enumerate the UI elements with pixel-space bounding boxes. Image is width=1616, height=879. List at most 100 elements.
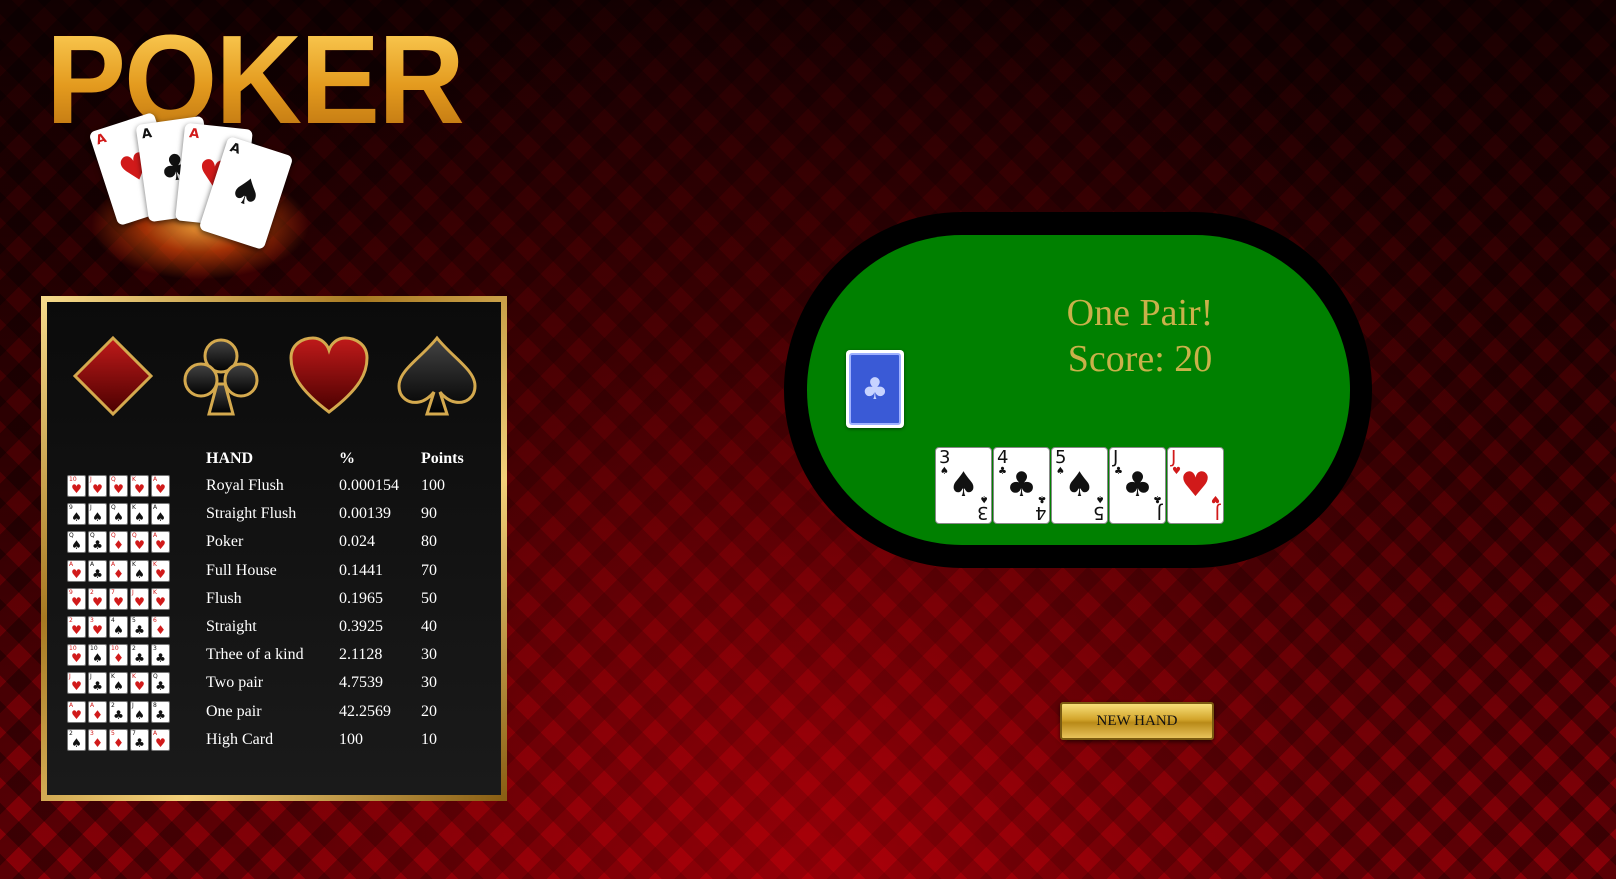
card-rank-bottom: 5: [1092, 502, 1104, 523]
mini-card-suit: ♣: [155, 707, 166, 722]
mini-card-suit: ♥: [134, 594, 145, 609]
hand-name: One pair: [206, 702, 262, 720]
card-corner-bottom: J ♥: [1211, 493, 1220, 523]
hand-name: Two pair: [206, 674, 264, 692]
playing-card[interactable]: J ♥ ♥ J ♥: [1167, 447, 1224, 524]
mini-card: 2 ♣: [109, 700, 128, 723]
mini-card-suit: ♥: [155, 482, 166, 497]
mini-card-suit: ♥: [71, 679, 82, 694]
mini-card-suit: ♠: [113, 623, 124, 638]
mini-card: 2 ♣: [130, 644, 149, 667]
hand-percent: 0.3925: [339, 618, 383, 636]
hand-points: 30: [421, 674, 437, 692]
spade-icon: [395, 334, 479, 418]
hand-points: 40: [421, 618, 437, 636]
card-corner-bottom: 5 ♠: [1092, 493, 1104, 523]
hand-percent: 0.000154: [339, 477, 399, 495]
mini-card-suit: ♥: [71, 566, 82, 581]
hand-percent: 42.2569: [339, 702, 391, 720]
mini-card-suit: ♣: [92, 679, 103, 694]
header-cards: [67, 446, 206, 472]
hand-percent: 0.00139: [339, 505, 391, 523]
paytable-row: 9 ♠ J ♠ Q ♠ K ♠ A ♠ Straight Flush 0.00139 90: [67, 500, 497, 528]
logo-card-rank: A: [140, 126, 153, 143]
mini-card: Q ♣: [151, 672, 170, 695]
paytable: HAND % Points 10 ♥ J ♥ Q ♥ K ♥ A ♥ Royal Flush 0.00…: [67, 446, 497, 754]
mini-card: K ♥: [151, 587, 170, 610]
paytable-row: 2 ♥ 3 ♥ 4 ♠ 5 ♣ 6 ♦ Straight 0.3925 40: [67, 613, 497, 641]
card-corner-bottom: 3 ♠: [977, 493, 988, 523]
mini-card-suit: ♣: [134, 623, 145, 638]
mini-card: J ♠: [130, 700, 149, 723]
playing-card[interactable]: J ♣ ♣ J ♣: [1109, 447, 1166, 524]
mini-card-suit: ♣: [155, 651, 166, 666]
club-icon: [179, 334, 263, 418]
card-corner-bottom: J ♣: [1153, 493, 1162, 523]
suit-row: [71, 334, 481, 424]
hand-name: Straight: [206, 618, 257, 636]
hand-points: 20: [421, 702, 437, 720]
mini-card: 10 ♥: [67, 475, 86, 498]
paytable-row: A ♥ A ♣ A ♦ K ♠ K ♥ Full House 0.1441 70: [67, 557, 497, 585]
mini-card: K ♥: [151, 559, 170, 582]
paytable-row: J ♥ J ♣ K ♠ K ♥ Q ♣ Two pair 4.7539 30: [67, 669, 497, 697]
mini-card: 7 ♣: [130, 728, 149, 751]
hand-percent: 4.7539: [339, 674, 383, 692]
mini-card-suit: ♥: [113, 482, 124, 497]
mini-card: 9 ♠: [67, 503, 86, 526]
card-rank: J: [1113, 447, 1119, 468]
deck[interactable]: ♣: [846, 350, 904, 428]
mini-card: A ♦: [88, 700, 107, 723]
mini-card: 10 ♦: [109, 644, 128, 667]
mini-card-suit: ♦: [113, 735, 124, 750]
hand-example: 9 ♠ J ♠ Q ♠ K ♠ A ♠: [67, 500, 206, 528]
hand-points: 10: [421, 730, 437, 748]
mini-card: 6 ♦: [151, 616, 170, 639]
new-hand-button[interactable]: NEW HAND: [1060, 702, 1214, 740]
mini-card-suit: ♦: [113, 538, 124, 553]
mini-card: J ♥: [88, 475, 107, 498]
mini-card-suit: ♠: [71, 538, 82, 553]
mini-card: 3 ♥: [88, 616, 107, 639]
playing-card[interactable]: 3 ♠ ♠ 3 ♠: [935, 447, 992, 524]
card-rank: J: [1171, 447, 1177, 468]
mini-card-suit: ♠: [155, 510, 166, 525]
mini-card-suit: ♣: [155, 679, 166, 694]
mini-card: Q ♠: [109, 503, 128, 526]
hand-example: J ♥ J ♣ K ♠ K ♥ Q ♣: [67, 669, 206, 697]
hand-name: Full House: [206, 561, 277, 579]
mini-card-suit: ♥: [71, 707, 82, 722]
mini-card-suit: ♠: [134, 510, 145, 525]
paytable-row: A ♥ A ♦ 2 ♣ J ♠ 8 ♣ One pair 42.2569 20: [67, 698, 497, 726]
card-back: ♣: [849, 353, 901, 425]
mini-card: J ♣: [88, 672, 107, 695]
mini-card-suit: ♥: [113, 594, 124, 609]
hand-example: 10 ♥ 10 ♠ 10 ♦ 2 ♣ 3 ♣: [67, 641, 206, 669]
mini-card: 2 ♥: [67, 616, 86, 639]
hand-example: A ♥ A ♣ A ♦ K ♠ K ♥: [67, 557, 206, 585]
mini-card-suit: ♥: [134, 482, 145, 497]
mini-card-suit: ♥: [71, 651, 82, 666]
playing-card[interactable]: 4 ♣ ♣ 4 ♣: [993, 447, 1050, 524]
paytable-row: Q ♠ Q ♣ Q ♦ Q ♥ A ♥ Poker 0.024 80: [67, 528, 497, 556]
mini-card-suit: ♠: [71, 510, 82, 525]
mini-card: K ♥: [130, 672, 149, 695]
mini-card: A ♦: [109, 559, 128, 582]
logo-text: POKER: [46, 9, 465, 151]
mini-card: 2 ♠: [67, 728, 86, 751]
playing-card[interactable]: 5 ♠ ♠ 5 ♠: [1051, 447, 1108, 524]
mini-card-suit: ♠: [134, 707, 145, 722]
mini-card: K ♠: [109, 672, 128, 695]
mini-card: 10 ♥: [67, 644, 86, 667]
card-suit-bottom: ♣: [1153, 493, 1162, 504]
hand-name: Flush: [206, 589, 242, 607]
mini-card: A ♣: [88, 559, 107, 582]
card-corner-bottom: 4 ♣: [1035, 493, 1046, 523]
mini-card: A ♥: [151, 475, 170, 498]
mini-card: Q ♣: [88, 531, 107, 554]
mini-card-suit: ♥: [155, 566, 166, 581]
hand-points: 80: [421, 533, 437, 551]
hand-percent: 2.1128: [339, 646, 383, 664]
paytable-panel: HAND % Points 10 ♥ J ♥ Q ♥ K ♥ A ♥ Royal Flush 0.00…: [41, 296, 507, 801]
mini-card: A ♠: [151, 503, 170, 526]
